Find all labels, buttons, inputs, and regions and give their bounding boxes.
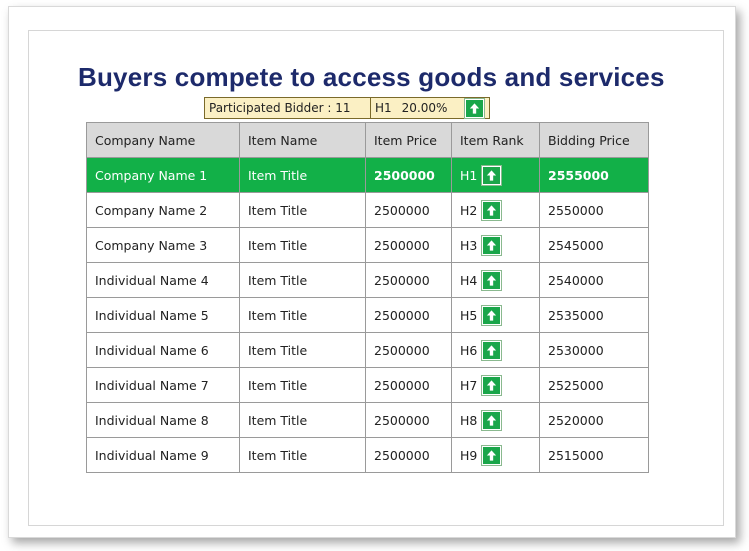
bidding-price-cell: 2555000 [539, 157, 649, 193]
rank-label: H9 [460, 447, 478, 463]
rank-badge: H5 [460, 305, 502, 325]
arrow-up-icon [482, 200, 502, 220]
item-price-cell: 2500000 [365, 227, 452, 263]
item-price-cell: 2500000 [365, 367, 452, 403]
table-header-row: Company Name Item Name Item Price Item R… [86, 122, 649, 158]
item-price-cell: 2500000 [365, 262, 452, 298]
rank-label: H1 [460, 167, 478, 183]
arrow-up-icon [482, 165, 502, 185]
item-rank-cell: H7 [451, 367, 540, 403]
rank-badge: H7 [460, 375, 502, 395]
leading-percent: 20.00% [401, 101, 448, 115]
table-row[interactable]: Company Name 2 Item Title 2500000 H2 2550000 [86, 192, 649, 228]
rank-label: H4 [460, 272, 478, 288]
table-row[interactable]: Individual Name 6 Item Title 2500000 H6 2530… [86, 332, 649, 368]
bidding-price-cell: 2530000 [539, 332, 649, 368]
item-name-cell: Item Title [239, 157, 366, 193]
arrow-up-icon [465, 98, 485, 118]
rank-badge: H6 [460, 340, 502, 360]
leading-rank: H1 [375, 101, 392, 115]
item-rank-cell: H5 [451, 297, 540, 333]
table-row[interactable]: Individual Name 7 Item Title 2500000 H7 2525… [86, 367, 649, 403]
company-name-cell: Company Name 1 [86, 157, 240, 193]
bidding-price-cell: 2540000 [539, 262, 649, 298]
rank-badge: H1 [460, 165, 502, 185]
table-row[interactable]: Individual Name 9 Item Title 2500000 H9 2515… [86, 437, 649, 473]
table-row[interactable]: Individual Name 8 Item Title 2500000 H8 2520… [86, 402, 649, 438]
table-row[interactable]: Company Name 1 Item Title 2500000 H1 2555000 [86, 157, 649, 193]
bidder-summary-bar: Participated Bidder : 11 H1 20.00% [204, 97, 490, 119]
item-rank-cell: H8 [451, 402, 540, 438]
item-name-cell: Item Title [239, 332, 366, 368]
rank-label: H5 [460, 307, 478, 323]
company-name-cell: Individual Name 5 [86, 297, 240, 333]
bidding-price-cell: 2545000 [539, 227, 649, 263]
company-name-cell: Individual Name 9 [86, 437, 240, 473]
bidding-price-cell: 2515000 [539, 437, 649, 473]
company-name-cell: Individual Name 4 [86, 262, 240, 298]
rank-badge: H8 [460, 410, 502, 430]
header-item-price[interactable]: Item Price [365, 122, 452, 158]
header-item-name[interactable]: Item Name [239, 122, 366, 158]
table-row[interactable]: Individual Name 4 Item Title 2500000 H4 2540… [86, 262, 649, 298]
company-name-cell: Company Name 2 [86, 192, 240, 228]
item-name-cell: Item Title [239, 297, 366, 333]
rank-badge: H3 [460, 235, 502, 255]
arrow-up-icon [482, 305, 502, 325]
bidding-table: Company Name Item Name Item Price Item R… [86, 122, 649, 473]
page-title: Buyers compete to access goods and servi… [78, 62, 665, 92]
table-body: Company Name 1 Item Title 2500000 H1 2555000… [86, 157, 649, 473]
item-price-cell: 2500000 [365, 192, 452, 228]
item-price-cell: 2500000 [365, 402, 452, 438]
item-rank-cell: H9 [451, 437, 540, 473]
item-name-cell: Item Title [239, 402, 366, 438]
table-row[interactable]: Company Name 3 Item Title 2500000 H3 2545000 [86, 227, 649, 263]
company-name-cell: Individual Name 7 [86, 367, 240, 403]
company-name-cell: Company Name 3 [86, 227, 240, 263]
item-name-cell: Item Title [239, 192, 366, 228]
item-name-cell: Item Title [239, 437, 366, 473]
participated-bidder-label: Participated Bidder : 11 [205, 98, 371, 118]
item-price-cell: 2500000 [365, 437, 452, 473]
rank-label: H2 [460, 202, 478, 218]
rank-label: H8 [460, 412, 478, 428]
rank-badge: H4 [460, 270, 502, 290]
table-row[interactable]: Individual Name 5 Item Title 2500000 H5 2535… [86, 297, 649, 333]
item-rank-cell: H6 [451, 332, 540, 368]
rank-badge: H9 [460, 445, 502, 465]
leading-rank-cell: H1 20.00% [371, 98, 489, 118]
arrow-up-icon [482, 375, 502, 395]
rank-label: H3 [460, 237, 478, 253]
arrow-up-icon [482, 235, 502, 255]
bidding-price-cell: 2520000 [539, 402, 649, 438]
item-price-cell: 2500000 [365, 297, 452, 333]
rank-badge: H2 [460, 200, 502, 220]
arrow-up-icon [482, 410, 502, 430]
bidding-price-cell: 2550000 [539, 192, 649, 228]
header-item-rank[interactable]: Item Rank [451, 122, 540, 158]
company-name-cell: Individual Name 8 [86, 402, 240, 438]
item-name-cell: Item Title [239, 262, 366, 298]
item-price-cell: 2500000 [365, 157, 452, 193]
item-rank-cell: H2 [451, 192, 540, 228]
item-price-cell: 2500000 [365, 332, 452, 368]
header-bidding-price[interactable]: Bidding Price [539, 122, 649, 158]
header-company-name[interactable]: Company Name [86, 122, 240, 158]
item-rank-cell: H4 [451, 262, 540, 298]
company-name-cell: Individual Name 6 [86, 332, 240, 368]
item-name-cell: Item Title [239, 367, 366, 403]
arrow-up-icon [482, 445, 502, 465]
item-rank-cell: H3 [451, 227, 540, 263]
arrow-up-icon [482, 270, 502, 290]
rank-label: H7 [460, 377, 478, 393]
item-name-cell: Item Title [239, 227, 366, 263]
bidding-price-cell: 2535000 [539, 297, 649, 333]
rank-label: H6 [460, 342, 478, 358]
bidding-price-cell: 2525000 [539, 367, 649, 403]
arrow-up-icon [482, 340, 502, 360]
item-rank-cell: H1 [451, 157, 540, 193]
